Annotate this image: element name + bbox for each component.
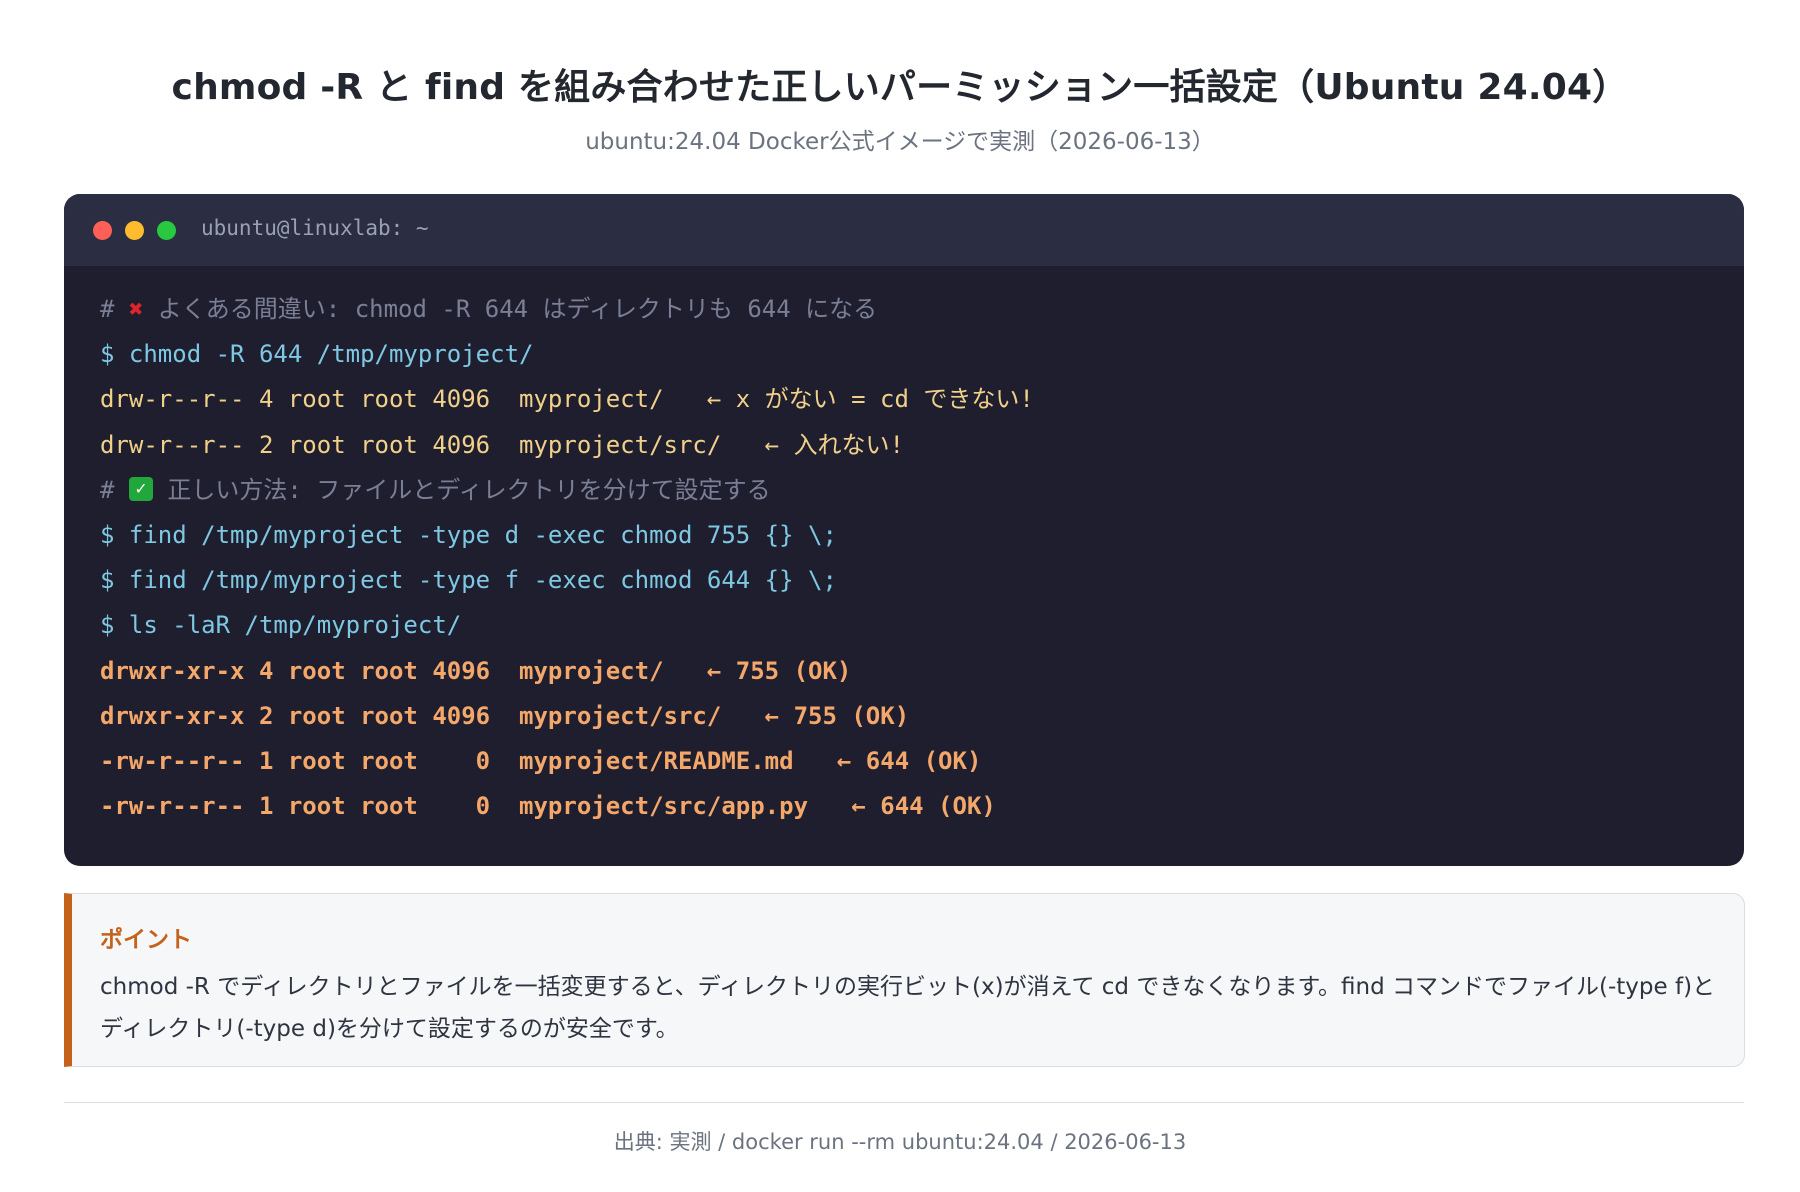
terminal-line-text: 正しい方法: ファイルとディレクトリを分けて設定する (152, 475, 771, 504)
terminal-line-text: drw-r--r-- 2 root root 4096 myproject/sr… (100, 430, 905, 459)
check-mark-icon: ✓ (128, 476, 153, 501)
terminal-line-text: $ find /tmp/myproject -type d -exec chmo… (100, 520, 837, 549)
footer-source: 出典: 実測 / docker run --rm ubuntu:24.04 / … (613, 1130, 1187, 1154)
terminal-line-text: drwxr-xr-x 2 root root 4096 myproject/sr… (100, 701, 910, 730)
point-callout: ポイント chmod -R でディレクトリとファイルを一括変更すると、ディレクト… (64, 893, 1745, 1067)
terminal-line-cmd: $ find /tmp/myproject -type d -exec chmo… (100, 513, 1724, 558)
terminal-line-ok: drwxr-xr-x 2 root root 4096 myproject/sr… (100, 694, 1724, 739)
terminal-line-text: drw-r--r-- 4 root root 4096 myproject/ ←… (100, 385, 1034, 414)
terminal-line-ok: -rw-r--r-- 1 root root 0 myproject/src/a… (100, 784, 1724, 829)
cross-mark-icon: ✖ (128, 295, 144, 323)
page-subtitle: ubuntu:24.04 Docker公式イメージで実測（2026-06-13） (585, 129, 1215, 155)
terminal-line-comment: # ✖ よくある間違い: chmod -R 644 はディレクトリも 644 に… (100, 287, 1724, 332)
comment-prefix: # (100, 295, 129, 323)
page: chmod -R と find を組み合わせた正しいパーミッション一括設定（Ub… (0, 0, 1800, 1192)
terminal-line-comment: # ✓ 正しい方法: ファイルとディレクトリを分けて設定する (100, 468, 1724, 513)
terminal-line-ok: -rw-r--r-- 1 root root 0 myproject/READM… (100, 739, 1724, 784)
terminal-window: ubuntu@linuxlab: ~ # ✖ よくある間違い: chmod -R… (64, 194, 1744, 866)
close-dot-icon[interactable] (93, 221, 112, 240)
terminal-line-text: drwxr-xr-x 4 root root 4096 myproject/ ←… (100, 656, 852, 685)
terminal-line-cmd: $ find /tmp/myproject -type f -exec chmo… (100, 558, 1724, 603)
maximize-dot-icon[interactable] (157, 221, 176, 240)
terminal-line-cmd: $ chmod -R 644 /tmp/myproject/ (100, 332, 1724, 377)
terminal-title: ubuntu@linuxlab: ~ (201, 216, 429, 240)
point-text: chmod -R でディレクトリとファイルを一括変更すると、ディレクトリの実行ビ… (100, 974, 1716, 1042)
terminal-line-text: よくある間違い: chmod -R 644 はディレクトリも 644 になる (143, 295, 878, 323)
terminal-line-text: -rw-r--r-- 1 root root 0 myproject/src/a… (100, 792, 996, 821)
minimize-dot-icon[interactable] (125, 221, 144, 240)
terminal-output: # ✖ よくある間違い: chmod -R 644 はディレクトリも 644 に… (100, 287, 1724, 829)
terminal-line-ok: drwxr-xr-x 4 root root 4096 myproject/ ←… (100, 649, 1724, 694)
terminal-title-bar: ubuntu@linuxlab: ~ (64, 194, 1744, 266)
terminal-line-text: $ ls -laR /tmp/myproject/ (100, 611, 462, 640)
comment-prefix: # (100, 475, 129, 504)
terminal-line-text: -rw-r--r-- 1 root root 0 myproject/READM… (100, 746, 982, 775)
terminal-line-text: $ chmod -R 644 /tmp/myproject/ (100, 340, 534, 369)
terminal-line-out: drw-r--r-- 2 root root 4096 myproject/sr… (100, 423, 1724, 468)
terminal-line-out: drw-r--r-- 4 root root 4096 myproject/ ←… (100, 377, 1724, 422)
divider (64, 1102, 1744, 1103)
terminal-line-text: $ find /tmp/myproject -type f -exec chmo… (100, 566, 837, 595)
point-title: ポイント (100, 927, 192, 953)
page-title: chmod -R と find を組み合わせた正しいパーミッション一括設定（Ub… (171, 67, 1629, 108)
terminal-line-cmd: $ ls -laR /tmp/myproject/ (100, 603, 1724, 648)
